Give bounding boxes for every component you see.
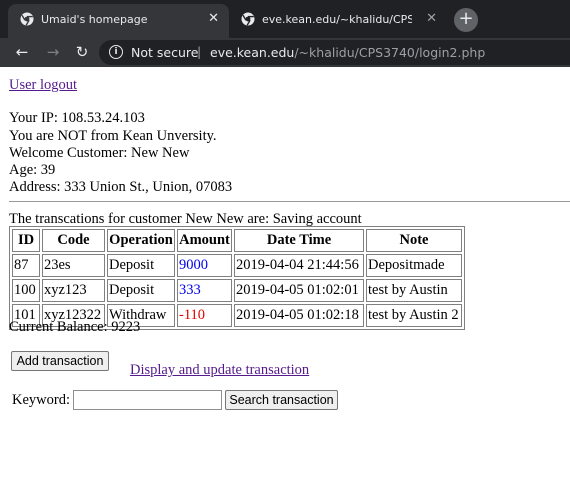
url-separator: |: [197, 44, 202, 59]
welcome-line: Welcome Customer: New New: [9, 145, 190, 161]
age-line: Age: 39: [9, 162, 56, 178]
tab-title: eve.kean.edu/~khalidu/CPS3740: [262, 13, 412, 26]
cell-amount: 9000: [177, 254, 232, 277]
cell-code: 23es: [42, 254, 105, 277]
column-header-note: Note: [366, 229, 462, 252]
page-content: User logout Your IP: 108.53.24.103 You a…: [0, 67, 570, 493]
tab-umaids-homepage[interactable]: Umaid's homepage ✕: [8, 4, 229, 38]
keyword-input[interactable]: [73, 390, 222, 410]
cell-note: test by Austin: [366, 279, 462, 302]
ip-line: Your IP: 108.53.24.103: [9, 110, 145, 126]
url-path: /~khalidu/CPS3740/login2.php: [294, 45, 486, 60]
chrome-globe-icon: [20, 12, 34, 26]
table-header-row: ID Code Operation Amount Date Time Note: [12, 229, 462, 252]
cell-code: xyz123: [42, 279, 105, 302]
current-balance: Current Balance: 9223: [9, 319, 141, 335]
column-header-id: ID: [12, 229, 40, 252]
cell-datetime: 2019-04-04 21:44:56: [234, 254, 364, 277]
globe-icon: [241, 12, 255, 26]
display-update-transaction-link[interactable]: Display and update transaction: [130, 362, 309, 379]
reload-icon[interactable]: ↻: [72, 42, 92, 62]
cell-operation: Deposit: [107, 279, 175, 302]
tab-close-icon[interactable]: ✕: [426, 11, 437, 26]
info-icon[interactable]: i: [109, 45, 123, 59]
cell-datetime: 2019-04-05 01:02:01: [234, 279, 364, 302]
keyword-label: Keyword:: [12, 392, 70, 408]
address-bar[interactable]: i Not secure | eve.kean.edu/~khalidu/CPS…: [99, 40, 570, 65]
tab-close-icon[interactable]: ✕: [208, 11, 219, 26]
cell-amount: 333: [177, 279, 232, 302]
cell-note: Depositmade: [366, 254, 462, 277]
cell-note: test by Austin 2: [366, 304, 462, 327]
forward-arrow-icon[interactable]: →: [43, 42, 63, 62]
address-line: Address: 333 Union St., Union, 07083: [9, 179, 233, 195]
search-transaction-button[interactable]: Search transaction: [225, 390, 338, 410]
kean-status-line: You are NOT from Kean Unversity.: [9, 128, 217, 144]
column-header-operation: Operation: [107, 229, 175, 252]
cell-datetime: 2019-04-05 01:02:18: [234, 304, 364, 327]
url-host: eve.kean.edu: [210, 45, 295, 60]
tab-title: Umaid's homepage: [41, 13, 148, 26]
transactions-table: ID Code Operation Amount Date Time Note …: [9, 226, 465, 330]
column-header-code: Code: [42, 229, 105, 252]
browser-toolbar: ← → ↻ i Not secure | eve.kean.edu/~khali…: [0, 38, 570, 67]
tab-bar: Umaid's homepage ✕ eve.kean.edu/~khalidu…: [0, 0, 570, 38]
new-tab-button[interactable]: +: [454, 8, 478, 32]
horizontal-rule: [9, 201, 570, 202]
cell-id: 100: [12, 279, 40, 302]
cell-amount: -110: [177, 304, 232, 327]
column-header-amount: Amount: [177, 229, 232, 252]
add-transaction-button[interactable]: Add transaction: [11, 351, 109, 371]
tab-login2[interactable]: eve.kean.edu/~khalidu/CPS3740 ✕: [229, 4, 447, 38]
table-row: 87 23es Deposit 9000 2019-04-04 21:44:56…: [12, 254, 462, 277]
user-logout-link[interactable]: User logout: [9, 77, 77, 94]
back-arrow-icon[interactable]: ←: [12, 42, 32, 62]
column-header-datetime: Date Time: [234, 229, 364, 252]
cell-operation: Deposit: [107, 254, 175, 277]
url-text[interactable]: eve.kean.edu/~khalidu/CPS3740/login2.php: [210, 45, 485, 60]
cell-id: 87: [12, 254, 40, 277]
table-row: 100 xyz123 Deposit 333 2019-04-05 01:02:…: [12, 279, 462, 302]
security-status[interactable]: Not secure: [131, 45, 198, 60]
